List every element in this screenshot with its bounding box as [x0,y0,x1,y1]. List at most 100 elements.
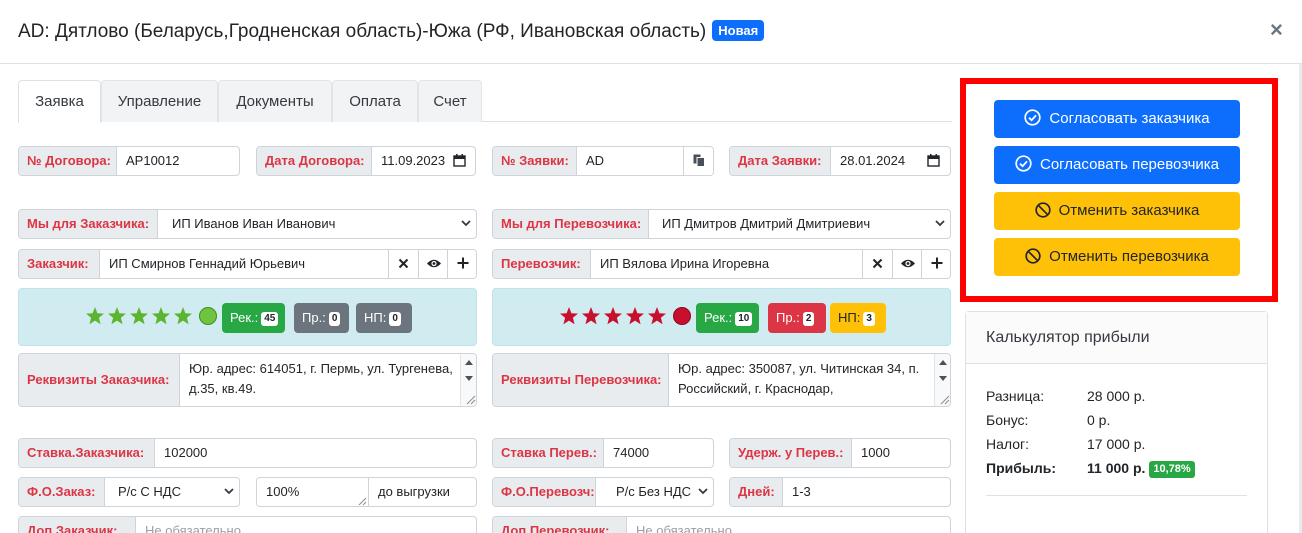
cancel-carrier-button[interactable]: Отменить перевозчика [994,238,1240,276]
resize-grip-icon[interactable] [357,496,367,506]
carrier-details-textarea[interactable]: Юр. адрес: 350087, ул. Читинская 34, п. … [669,359,934,399]
close-icon [872,258,883,269]
customer-details-label: Реквизиты Заказчика: [19,354,180,406]
carrier-details-line: Юр. адрес: 350087, ул. Читинская 34, п. [678,361,920,376]
request-number-input[interactable]: AD [577,147,677,175]
carrier-unreliable-label: НП: [838,310,861,325]
customer-extra-input[interactable]: Не обязательно [136,517,436,533]
approve-customer-button[interactable]: Согласовать заказчика [994,100,1240,138]
request-date-input[interactable]: 28.01.2024 [831,147,921,175]
carrier-days-group: Дней: 1-3 [729,477,951,507]
request-number-label: № Заявки: [493,147,577,175]
copy-button[interactable] [683,147,713,175]
carrier-payform-group: Ф.О.Перевозч: Р/с Без НДС [492,477,714,507]
tab-bar: Заявка Управление Документы Оплата Счет [18,80,952,123]
calendar-icon[interactable] [453,154,466,167]
customer-details-line: д.35, кв.49. [189,381,257,396]
carrier-claims-count: 2 [802,312,815,326]
carrier-days-input[interactable]: 1-3 [783,478,943,506]
calendar-icon[interactable] [927,154,940,167]
carrier-extra-input[interactable]: Не обязательно [627,517,927,533]
contract-number-input[interactable]: AP10012 [117,147,239,175]
carrier-recommend-label: Рек.: [704,310,733,325]
status-dot-icon [199,307,217,325]
approve-carrier-button[interactable]: Согласовать перевозчика [994,146,1240,184]
we-for-carrier-select[interactable]: ИП Дмитров Дмитрий Дмитриевич [649,210,921,238]
view-customer-button[interactable] [418,250,448,278]
carrier-hold-label: Удерж. у Перев.: [730,439,852,467]
star-icon [108,307,126,325]
scroll-arrows-icon [465,360,476,405]
cancel-customer-button[interactable]: Отменить заказчика [994,192,1240,230]
contract-number-label: № Договора: [19,147,117,175]
chevron-down-icon [461,220,471,227]
customer-rating-panel: Рек.: 45 Пр.: 0 НП: 0 [18,288,477,346]
payment-term-select[interactable]: до выгрузки [369,478,476,506]
carrier-rating-stars [560,307,691,325]
contract-number-group: № Договора: AP10012 [18,146,240,176]
carrier-input[interactable]: ИП Вялова Ирина Игоревна [591,250,862,278]
approve-carrier-label: Согласовать перевозчика [1039,156,1220,173]
customer-unreliable-pill[interactable]: НП: 0 [356,303,412,333]
add-customer-button[interactable] [447,250,476,278]
tab-request[interactable]: Заявка [18,80,101,123]
calculator-header: Калькулятор прибыли [966,312,1267,364]
modal-header: AD: Дятлово (Беларусь,Гродненская област… [0,0,1302,64]
carrier-recommend-count: 10 [735,312,753,326]
we-for-customer-select[interactable]: ИП Иванов Иван Иванович [158,210,448,238]
customer-input[interactable]: ИП Смирнов Геннадий Юрьевич [100,250,388,278]
star-icon [626,307,644,325]
customer-details-textarea[interactable]: Юр. адрес: 614051, г. Пермь, ул. Тургене… [180,359,460,399]
carrier-details-label: Реквизиты Перевозчика: [493,354,669,406]
modal-title: AD: Дятлово (Беларусь,Гродненская област… [18,20,765,43]
carrier-label: Перевозчик: [493,250,591,278]
customer-details-scrollbar[interactable] [460,354,476,406]
carrier-extra-label: Доп.Перевозчик: [493,517,627,533]
view-carrier-button[interactable] [892,250,922,278]
we-for-carrier-select-group: Мы для Перевозчика: ИП Дмитров Дмитрий Д… [492,209,951,239]
customer-rate-input[interactable]: 102000 [155,439,455,467]
carrier-claims-pill[interactable]: Пр.: 2 [768,303,826,333]
calculator-row-label: Налог: [986,436,1030,452]
we-for-customer-label: Мы для Заказчика: [19,210,158,238]
carrier-days-label: Дней: [730,478,783,506]
profit-calculator-card: Калькулятор прибыли Разница: 28 000 р. Б… [965,311,1268,533]
profit-percent-badge: 10,78% [1149,461,1195,478]
star-icon [648,307,666,325]
status-badge: Новая [712,20,765,41]
clear-carrier-button[interactable] [862,250,892,278]
add-carrier-button[interactable] [921,250,950,278]
customer-payform-select[interactable]: Р/с С НДС [105,478,215,506]
customer-extra-label: Доп.Заказчик: [19,517,136,533]
contract-date-input[interactable]: 11.09.2023 [372,147,452,175]
clear-customer-button[interactable] [388,250,418,278]
plus-icon [931,257,942,269]
customer-recommend-count: 45 [261,312,279,326]
tab-documents[interactable]: Документы [218,80,332,122]
carrier-rate-input[interactable]: 74000 [604,439,704,467]
carrier-extra-group: Доп.Перевозчик: Не обязательно [492,516,951,533]
customer-recommend-pill[interactable]: Рек.: 45 [222,303,285,333]
customer-claims-count: 0 [328,312,341,326]
carrier-recommend-pill[interactable]: Рек.: 10 [696,303,759,333]
prepay-percent-input[interactable]: 100% [257,478,367,506]
customer-claims-pill[interactable]: Пр.: 0 [294,303,349,333]
tab-management[interactable]: Управление [101,80,218,122]
tab-invoice[interactable]: Счет [418,80,482,122]
carrier-details-scrollbar[interactable] [934,354,950,406]
calculator-row-value: 0 р. [1087,412,1111,428]
star-icon [582,307,600,325]
prepay-group: 100% до выгрузки [256,477,477,507]
star-icon [152,307,170,325]
close-button[interactable]: × [1270,17,1283,43]
customer-claims-label: Пр.: [302,310,326,325]
we-for-carrier-label: Мы для Перевозчика: [493,210,649,238]
carrier-unreliable-pill[interactable]: НП: 3 [830,303,886,333]
scroll-arrows-icon [939,360,950,405]
customer-payform-label: Ф.О.Заказ: [19,478,105,506]
profit-label: Прибыль: [986,460,1056,476]
carrier-payform-select[interactable]: Р/с Без НДС [596,478,691,506]
carrier-claims-label: Пр.: [776,310,800,325]
tab-payment[interactable]: Оплата [332,80,418,122]
carrier-hold-input[interactable]: 1000 [852,439,947,467]
